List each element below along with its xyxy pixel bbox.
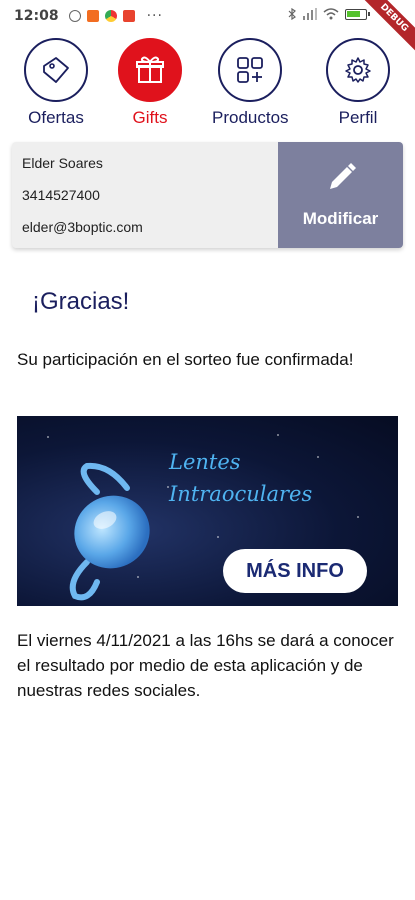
status-left: 12:08 ··· [14, 8, 163, 24]
intraocular-lens-image [69, 462, 150, 601]
pencil-icon [329, 163, 356, 189]
profile-phone: 3414527400 [22, 187, 100, 203]
status-right [287, 8, 370, 20]
signal-icon [303, 8, 317, 20]
status-bar: 12:08 ··· DEBUG [0, 0, 415, 56]
promo-banner[interactable]: Lentes Intraoculares MÁS INFO [17, 416, 398, 606]
grid-icon [237, 57, 264, 83]
star [277, 434, 279, 436]
star [47, 436, 49, 438]
tag-icon [43, 57, 69, 83]
nav-perfil-circle[interactable] [326, 38, 390, 102]
star [217, 536, 219, 538]
profile-name: Elder Soares [22, 155, 103, 171]
app-notification-icon [86, 10, 99, 22]
profile-info: Elder Soares 3414527400 elder@3boptic.co… [22, 152, 143, 248]
result-announcement: El viernes 4/11/2021 a las 16hs se dará … [17, 631, 394, 700]
nav-label-perfil: Perfil [338, 108, 378, 127]
banner-title-line1: Lentes [169, 450, 241, 474]
chrome-icon [104, 10, 117, 22]
profile-email: elder@3boptic.com [22, 219, 143, 235]
profile-card: Elder Soares 3414527400 elder@3boptic.co… [12, 142, 403, 248]
confirmation-text: Su participación en el sorteo fue confir… [17, 350, 354, 369]
nav-label-ofertas: Ofertas [28, 108, 84, 127]
wifi-icon [323, 8, 339, 20]
nav-productos-circle[interactable] [218, 38, 283, 102]
nav-item-perfil[interactable]: Perfil [326, 38, 390, 128]
star [357, 516, 359, 518]
banner-title: Lentes Intraoculares [169, 446, 312, 510]
nav-ofertas-circle[interactable] [24, 38, 88, 102]
nav-item-productos[interactable]: Productos [212, 38, 289, 128]
battery-icon [345, 8, 370, 20]
status-time: 12:08 [14, 8, 59, 24]
gear-icon [345, 57, 371, 83]
bluetooth-icon [288, 8, 296, 20]
nav-label-gifts: Gifts [132, 108, 168, 127]
edit-profile-label: Modificar [302, 209, 379, 228]
app-notification-icon-2 [122, 10, 135, 22]
star [317, 456, 319, 458]
thanks-heading: ¡Gracias! [32, 288, 130, 315]
nav-label-productos: Productos [212, 108, 289, 127]
top-navigation: Ofertas Gifts Productos Perfil [0, 38, 415, 130]
nav-item-gifts[interactable]: Gifts [118, 38, 182, 128]
more-notifications-icon: ··· [146, 8, 163, 24]
banner-title-line2: Intraoculares [169, 482, 313, 506]
nav-gifts-circle[interactable] [118, 38, 182, 102]
nav-item-ofertas[interactable]: Ofertas [24, 38, 88, 128]
edit-profile-button[interactable]: Modificar [278, 142, 403, 248]
more-info-button[interactable]: MÁS INFO [223, 549, 367, 593]
notification-icon [68, 10, 81, 22]
gift-icon [136, 56, 164, 83]
